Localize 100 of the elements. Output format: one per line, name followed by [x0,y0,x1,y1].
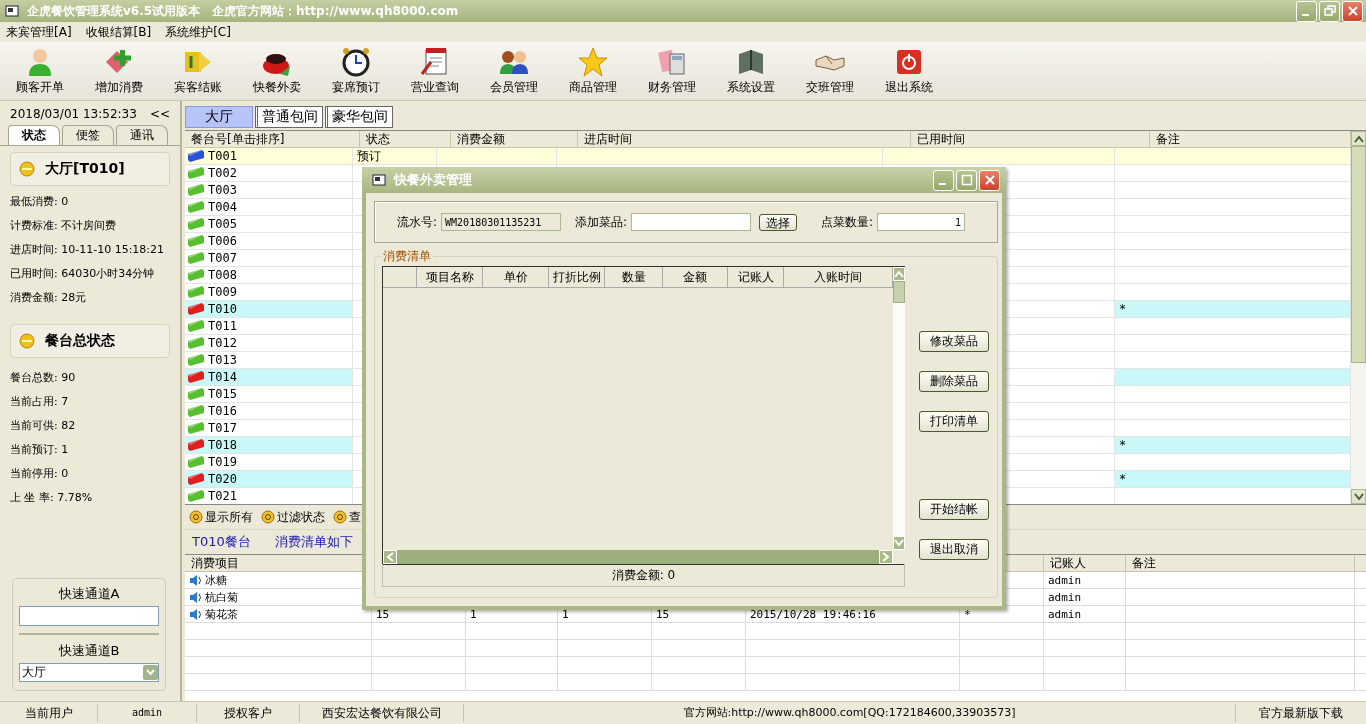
choose-button[interactable]: 选择 [759,213,798,231]
minimize-button[interactable] [1296,0,1317,22]
dropdown[interactable]: 大厅 [19,663,159,682]
action-button[interactable]: 修改菜品 [919,331,989,352]
menu-item[interactable]: 系统维护[C] [165,23,231,41]
toolbar-button[interactable]: 退出系统 [869,42,948,98]
action-button[interactable]: 开始结帐 [919,499,989,520]
table-cell[interactable]: T009 [185,284,353,300]
info-text: 当前占用: 7 [10,394,70,410]
column-header[interactable]: 状态 [360,131,451,147]
table-cell[interactable]: T014 [185,369,353,385]
table-cell[interactable]: T010 [185,301,353,317]
toolbar-button[interactable]: 营业查询 [395,42,474,98]
table-cell[interactable]: T002 [185,165,353,181]
collapse-button[interactable]: << [147,107,172,121]
menu-item[interactable]: 收银结算[B] [85,23,152,41]
column-header[interactable]: 打折比例 [549,267,605,287]
scroll-thumb[interactable] [1351,146,1366,363]
table-cell[interactable]: T003 [185,182,353,198]
column-header[interactable]: 金额 [663,267,728,287]
column-header[interactable]: 记账人 [728,267,784,287]
input-field[interactable] [19,606,159,626]
table-cell[interactable]: T021 [185,488,353,504]
sidebar-tab[interactable]: 通讯 [116,125,168,145]
menu-item[interactable]: 来宾管理[A] [6,23,72,41]
circle-icon [189,510,203,524]
action-button[interactable]: 退出取消 [919,539,989,560]
toolbar-button[interactable]: 商品管理 [553,42,632,98]
bulb-icon [19,333,35,349]
sidebar-tab[interactable]: 便签 [62,125,114,145]
table-cell[interactable]: T011 [185,318,353,334]
scroll-thumb[interactable] [893,281,905,303]
column-header[interactable]: 消费金额 [451,131,578,147]
table-cell[interactable]: T005 [185,216,353,232]
toolbar-button[interactable]: 宴席预订 [316,42,395,98]
serial-field[interactable]: WM20180301135231 [441,213,562,231]
close-button[interactable] [979,169,1000,191]
field-label: 快速通道B [57,642,121,660]
room-tab[interactable]: 大厅 [185,106,253,128]
quantity-field[interactable]: 1 [877,213,966,231]
column-header[interactable]: 单价 [483,267,549,287]
close-icon [1346,5,1359,17]
table-label: T010餐台 [192,533,251,551]
table-icon [187,319,205,333]
minimize-icon [1301,14,1309,16]
table-cell[interactable]: T008 [185,267,353,283]
table-cell[interactable]: T001 [185,148,353,164]
table-cell[interactable]: T020 [185,471,353,487]
table-icon [187,370,205,384]
table-cell[interactable]: T006 [185,233,353,249]
info-text: 计费标准: 不计房间费 [10,218,118,234]
column-header[interactable]: 数量 [605,267,663,287]
toolbar-button[interactable]: 增加消费 [79,42,158,98]
column-header[interactable]: 项目名称 [417,267,483,287]
table-cell: 冰糖 [205,572,227,588]
toolbar-button[interactable]: 系统设置 [711,42,790,98]
selected-row[interactable]: T001 预订 [185,148,1351,165]
filter-button[interactable]: 查 [331,508,363,526]
toolbar-button[interactable]: 交班管理 [790,42,869,98]
table-icon [187,268,205,282]
status-field: 官方最新版下载 [1236,704,1366,722]
input-field[interactable] [631,213,752,231]
column-header[interactable]: 进店时间 [578,131,911,147]
toolbar-button[interactable]: 宾客结账 [158,42,237,98]
table-cell: 1 [470,607,477,621]
toolbar-button[interactable]: 会员管理 [474,42,553,98]
filter-button[interactable]: 过滤状态 [259,508,327,526]
table-cell[interactable]: T017 [185,420,353,436]
restore-button[interactable] [1319,0,1340,22]
room-tab[interactable]: 豪华包间 [325,106,393,128]
action-button[interactable]: 删除菜品 [919,371,989,392]
filter-button[interactable]: 显示所有 [187,508,255,526]
status-field: 官方网站:http://www.qh8000.com[QQ:172184600,33903573] [464,704,1236,722]
close-button[interactable] [1342,0,1363,22]
table-cell[interactable]: T013 [185,352,353,368]
action-button[interactable]: 打印清单 [919,411,989,432]
table-cell[interactable]: T015 [185,386,353,402]
minimize-button[interactable] [933,169,954,191]
table-cell: 15 [376,607,390,621]
table-cell[interactable]: T018 [185,437,353,453]
maximize-button[interactable] [956,169,977,191]
scrollbar[interactable] [893,267,905,564]
table-cell[interactable]: T007 [185,250,353,266]
room-tab[interactable]: 普通包间 [255,106,323,128]
status-field: 西安宏达餐饮有限公司 [300,704,464,722]
scrollbar[interactable] [1351,131,1366,504]
table-cell[interactable]: T004 [185,199,353,215]
table-cell: 菊花茶 [205,606,238,622]
column-header: 记账人 [1050,556,1086,570]
column-header[interactable]: 餐台号[单击排序] [185,131,360,147]
table-icon [187,285,205,299]
toolbar-button[interactable]: 财务管理 [632,42,711,98]
table-cell[interactable]: T019 [185,454,353,470]
info-text: 消费金额: 28元 [10,290,88,306]
table-cell[interactable]: T012 [185,335,353,351]
table-cell[interactable]: T016 [185,403,353,419]
toolbar-button[interactable]: 顾客开单 [0,42,79,98]
toolbar-button[interactable]: 快餐外卖 [237,42,316,98]
column-header[interactable]: 已用时间 [911,131,1150,147]
sidebar-tab[interactable]: 状态 [8,125,60,145]
